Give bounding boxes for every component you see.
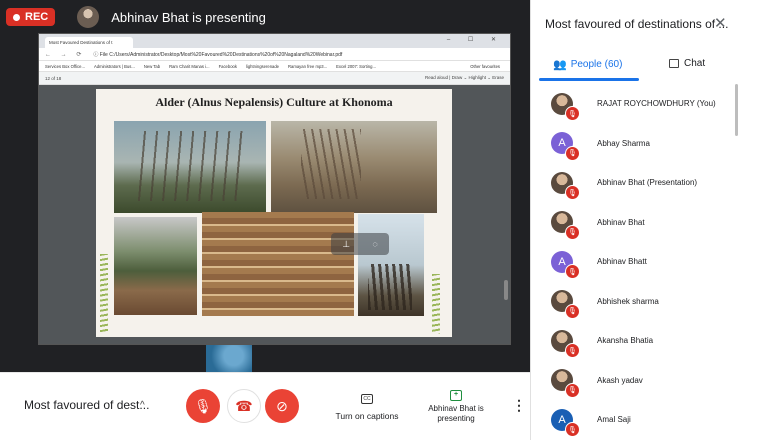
- stage-topbar: REC Abhinav Bhat is presenting: [0, 0, 530, 34]
- presenting-title: Abhinav Bhat is presenting: [111, 9, 266, 25]
- participant-name: Abhinav Bhat (Presentation): [597, 178, 698, 188]
- mic-off-icon: 🎙: [565, 224, 580, 240]
- tab-people[interactable]: 👥 People (60): [553, 58, 622, 71]
- active-tab-indicator: [539, 78, 639, 81]
- alder-trees-photo: [114, 121, 266, 213]
- participant-item[interactable]: 🎙 Abhishek sharma: [531, 282, 731, 322]
- bookmark-item[interactable]: Administrators | Bus...: [94, 64, 135, 69]
- side-panel: Most favoured of destinations of ... ✕ 👥…: [530, 0, 762, 440]
- people-icon: 👥: [553, 59, 567, 71]
- presenting-button[interactable]: + Abhinav Bhat is presenting: [418, 383, 494, 424]
- present-screen-icon: +: [450, 390, 462, 401]
- meeting-title[interactable]: Most favoured of dest...: [24, 398, 149, 412]
- participant-name: RAJAT ROYCHOWDHURY (You): [597, 99, 716, 109]
- meet-window: REC Abhinav Bhat is presenting Most Favo…: [0, 0, 762, 440]
- pollarded-alder-photo: [271, 121, 437, 213]
- bookmark-item[interactable]: Excel 2007: Sorting...: [336, 64, 376, 69]
- mic-off-icon: 🎙: [565, 145, 580, 161]
- window-controls[interactable]: – ☐ ✕: [447, 36, 504, 43]
- other-favourites[interactable]: Other favourites: [470, 64, 500, 69]
- browser-tab[interactable]: Most Favoured Destinations of t: [45, 37, 133, 48]
- captions-icon: CC: [361, 394, 373, 404]
- participant-item[interactable]: A 🎙 Abhinav Bhatt: [531, 242, 731, 282]
- tab-chat-label: Chat: [684, 58, 706, 69]
- participant-name: Akansha Bhatia: [597, 336, 654, 346]
- panel-title: Most favoured of destinations of ...: [545, 17, 729, 31]
- pdf-toolbar: 12 of 18 Read aloud | Draw ⌄ Highlight ⌄…: [39, 72, 510, 85]
- participant-name: Amal Saji: [597, 415, 631, 425]
- record-dot-icon: [13, 13, 20, 21]
- participant-name: Abhay Sharma: [597, 138, 650, 148]
- pdf-slide: Alder (Alnus Nepalensis) Culture at Khon…: [96, 89, 452, 337]
- mic-off-icon: 🎙: [565, 106, 580, 121]
- mic-off-icon: 🎙: [565, 185, 580, 200]
- mic-off-icon: 🎙: [194, 397, 212, 414]
- zoom-icon[interactable]: ◌: [372, 239, 377, 249]
- presenting-label: Abhinav Bhat is presenting: [428, 404, 484, 423]
- participant-item[interactable]: 🎙 Akash yadav: [531, 361, 731, 401]
- recording-badge: REC: [6, 8, 56, 26]
- slide-title: Alder (Alnus Nepalensis) Culture at Khon…: [155, 95, 393, 109]
- pdf-viewer: Alder (Alnus Nepalensis) Culture at Khon…: [39, 85, 510, 344]
- bookmark-item[interactable]: lightningserenade: [246, 64, 279, 69]
- participant-item[interactable]: A 🎙 Amal Saji: [531, 400, 731, 440]
- tab-chat[interactable]: Chat: [669, 58, 705, 69]
- participant-item[interactable]: 🎙 RAJAT ROYCHOWDHURY (You): [531, 84, 731, 124]
- camera-toggle-button[interactable]: ⊘: [265, 389, 299, 423]
- participant-item[interactable]: A 🎙 Abhay Sharma: [531, 124, 731, 164]
- camera-off-icon: ⊘: [276, 397, 288, 414]
- nav-arrows-icon[interactable]: ← → ⟳: [45, 51, 85, 58]
- mic-off-icon: 🎙: [565, 422, 580, 437]
- tab-people-label: People (60): [570, 59, 623, 70]
- participant-item[interactable]: 🎙 Akansha Bhatia: [531, 321, 731, 361]
- grass-decoration: [100, 254, 108, 334]
- pdf-scrollbar[interactable]: [504, 280, 508, 300]
- shared-browser-window[interactable]: Most Favoured Destinations of t – ☐ ✕ ← …: [38, 33, 511, 345]
- mic-toggle-button[interactable]: 🎙: [186, 389, 220, 423]
- participant-item[interactable]: 🎙 Abhinav Bhat: [531, 203, 731, 243]
- close-icon[interactable]: ✕: [714, 14, 727, 32]
- presenter-avatar: [77, 6, 100, 28]
- bookmarks-bar: Services Box Office... Administrators | …: [39, 61, 510, 72]
- meeting-controls-bar: Most favoured of dest... ^ 🎙 ☎ ⊘ CC Turn…: [0, 372, 530, 440]
- phone-hangup-icon: ☎: [235, 397, 253, 414]
- chat-icon: [669, 59, 679, 68]
- participant-list-scrollbar[interactable]: [735, 84, 738, 136]
- participant-tile[interactable]: [206, 345, 252, 372]
- alder-stump-photo: [358, 214, 424, 316]
- participant-list: 🎙 RAJAT ROYCHOWDHURY (You) A 🎙 Abhay Sha…: [531, 84, 731, 440]
- pdf-page-indicator[interactable]: 12 of 18: [45, 76, 61, 81]
- bookmark-item[interactable]: Facebook: [219, 64, 237, 69]
- participant-name: Akash yadav: [597, 375, 643, 385]
- participant-item[interactable]: 🎙 Abhinav Bhat (Presentation): [531, 163, 731, 203]
- bookmark-item[interactable]: Ramayan free mp3...: [288, 64, 327, 69]
- participant-name: Abhinav Bhatt: [597, 257, 647, 267]
- recording-label: REC: [25, 11, 49, 23]
- participant-name: Abhishek sharma: [597, 296, 659, 306]
- bookmark-item[interactable]: New Tab: [144, 64, 160, 69]
- mic-off-icon: 🎙: [565, 382, 580, 398]
- pin-icon[interactable]: ⊥: [342, 239, 350, 250]
- log-pile-photo: [114, 217, 197, 315]
- chevron-up-icon[interactable]: ^: [140, 400, 145, 411]
- presentation-stage: REC Abhinav Bhat is presenting Most Favo…: [0, 0, 530, 372]
- captions-label: Turn on captions: [335, 411, 399, 421]
- url-field[interactable]: ⓘ File C:/Users/Administrator/Desktop/Mo…: [93, 51, 504, 58]
- mic-off-icon: 🎙: [565, 343, 580, 358]
- mic-off-icon: 🎙: [565, 264, 580, 279]
- captions-button[interactable]: CC Turn on captions: [325, 387, 409, 421]
- participant-name: Abhinav Bhat: [597, 217, 645, 227]
- pdf-tools[interactable]: Read aloud | Draw ⌄ Highlight ⌄ Erase: [425, 75, 504, 81]
- bookmark-item[interactable]: Services Box Office...: [45, 64, 85, 69]
- more-options-icon[interactable]: ⋮: [512, 397, 526, 414]
- pdf-hover-controls[interactable]: ⊥ ◌: [331, 233, 389, 255]
- firewood-stack-photo: [202, 212, 354, 316]
- mic-off-icon: 🎙: [565, 303, 580, 319]
- end-call-button[interactable]: ☎: [227, 389, 261, 423]
- grass-decoration: [432, 274, 440, 334]
- browser-tabstrip: Most Favoured Destinations of t – ☐ ✕: [39, 34, 510, 48]
- browser-address-bar: ← → ⟳ ⓘ File C:/Users/Administrator/Desk…: [39, 48, 510, 61]
- bookmark-item[interactable]: Ram Charit Manas i...: [169, 64, 210, 69]
